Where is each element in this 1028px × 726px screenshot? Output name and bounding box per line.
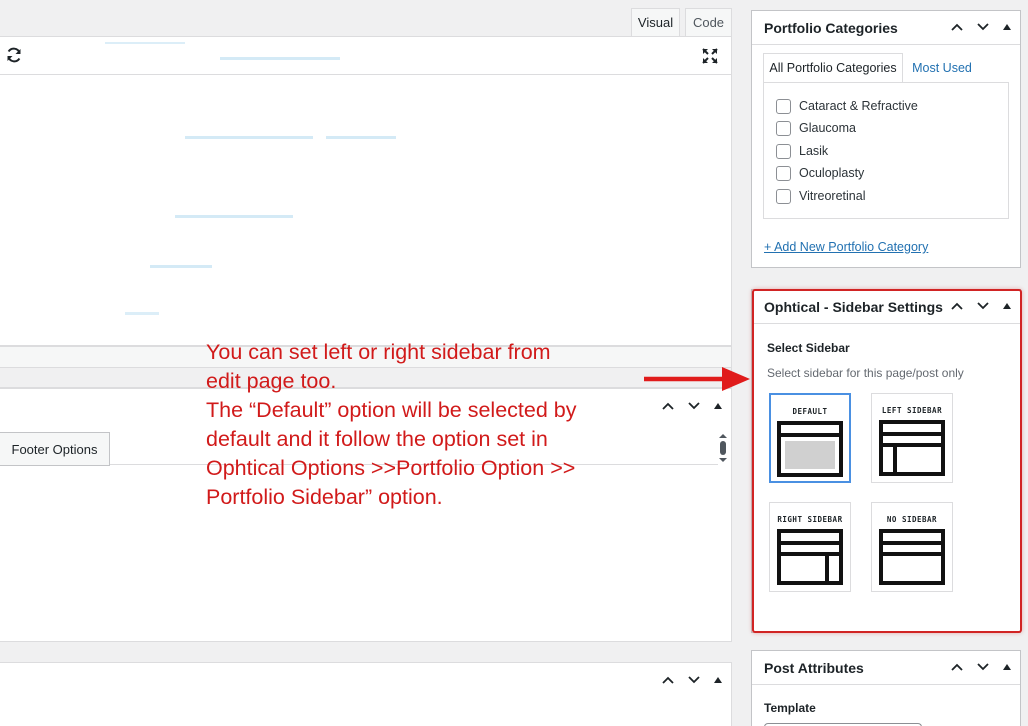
refresh-icon[interactable] — [5, 46, 23, 64]
triangle-up-icon[interactable] — [1002, 662, 1012, 672]
checkbox[interactable] — [776, 120, 791, 136]
tab-code[interactable]: Code — [685, 8, 732, 36]
sidebar-option-none[interactable]: NO SIDEBAR — [871, 502, 953, 592]
faint-text — [125, 312, 159, 315]
panel-controls — [950, 20, 1012, 34]
faint-text — [150, 265, 212, 268]
panel-header: Portfolio Categories — [752, 11, 1020, 45]
add-category-link[interactable]: + Add New Portfolio Category — [764, 240, 928, 254]
chevron-down-icon[interactable] — [687, 673, 701, 687]
fullscreen-icon[interactable] — [701, 47, 719, 65]
arrow-right-icon — [644, 367, 750, 391]
checkbox[interactable] — [776, 188, 791, 204]
option-caption: NO SIDEBAR — [886, 515, 938, 524]
panel-header: Post Attributes — [752, 651, 1020, 685]
default-layout-icon — [777, 421, 843, 477]
checkbox[interactable] — [776, 143, 791, 159]
category-list: Cataract & Refractive Glaucoma Lasik Ocu… — [763, 82, 1009, 219]
chevron-up-icon[interactable] — [661, 673, 675, 687]
portfolio-categories-panel: Portfolio Categories All Portfolio Categ… — [751, 10, 1021, 268]
annotation-line: edit page too. — [206, 369, 337, 393]
faint-text — [326, 136, 396, 139]
editor-content-area[interactable] — [0, 36, 732, 346]
sidebar-option-default[interactable]: DEFAULT — [769, 393, 851, 483]
annotation-line: Ophtical Options >>Portfolio Option >> — [206, 456, 576, 480]
list-item[interactable]: Cataract & Refractive — [776, 97, 918, 115]
annotation-line: default and it follow the option set in — [206, 427, 548, 451]
panel-title: Post Attributes — [764, 659, 864, 676]
faint-text — [220, 57, 340, 60]
annotation-line: Portfolio Sidebar” option. — [206, 485, 443, 509]
annotation-line: You can set left or right sidebar from — [206, 340, 551, 364]
tab-footer-options[interactable]: Footer Options — [0, 432, 110, 466]
faint-text — [105, 42, 185, 44]
left-sidebar-layout-icon — [879, 420, 945, 476]
sidebar-option-left[interactable]: LEFT SIDEBAR — [871, 393, 953, 483]
annotation-line: The “Default” option will be selected by — [206, 398, 577, 422]
list-item[interactable]: Vitreoretinal — [776, 187, 865, 205]
chevron-down-icon[interactable] — [976, 299, 990, 313]
list-item[interactable]: Oculoplasty — [776, 164, 864, 182]
faint-text — [185, 136, 313, 139]
list-item[interactable]: Lasik — [776, 142, 828, 160]
chevron-down-icon[interactable] — [976, 660, 990, 674]
panel-controls — [950, 660, 1012, 674]
option-caption: DEFAULT — [792, 407, 828, 416]
no-sidebar-layout-icon — [879, 529, 945, 585]
tab-most-used[interactable]: Most Used — [905, 53, 979, 83]
tab-visual[interactable]: Visual — [631, 8, 680, 36]
scrollbar[interactable] — [716, 432, 730, 464]
sidebar-settings-panel: Ophtical - Sidebar Settings Select Sideb… — [751, 289, 1021, 633]
chevron-up-icon[interactable] — [950, 299, 964, 313]
checkbox[interactable] — [776, 165, 791, 181]
template-label: Template — [764, 701, 816, 715]
annotation-text: You can set left or right sidebar from e… — [206, 338, 646, 512]
panel-title: Portfolio Categories — [764, 19, 898, 36]
chevron-up-icon[interactable] — [950, 660, 964, 674]
select-sidebar-hint: Select sidebar for this page/post only — [767, 366, 964, 380]
list-item[interactable]: Glaucoma — [776, 119, 856, 137]
chevron-up-icon[interactable] — [661, 399, 675, 413]
select-sidebar-label: Select Sidebar — [767, 341, 850, 355]
bottom-metabox-body — [0, 697, 732, 726]
triangle-up-icon[interactable] — [1002, 22, 1012, 32]
option-caption: RIGHT SIDEBAR — [777, 515, 843, 524]
metabox-controls — [661, 673, 723, 687]
panel-controls — [950, 299, 1012, 313]
triangle-up-icon[interactable] — [1002, 301, 1012, 311]
triangle-up-icon[interactable] — [713, 401, 723, 411]
chevron-up-icon[interactable] — [950, 20, 964, 34]
triangle-up-icon[interactable] — [713, 675, 723, 685]
panel-title: Ophtical - Sidebar Settings — [764, 298, 943, 315]
checkbox[interactable] — [776, 98, 791, 114]
editor-tabs: Visual Code — [0, 0, 732, 36]
chevron-down-icon[interactable] — [976, 20, 990, 34]
sidebar-option-right[interactable]: RIGHT SIDEBAR — [769, 502, 851, 592]
bottom-metabox-header — [0, 662, 732, 698]
option-caption: LEFT SIDEBAR — [881, 406, 943, 415]
post-attributes-panel: Post Attributes Template — [751, 650, 1021, 726]
right-sidebar-layout-icon — [777, 529, 843, 585]
metabox-controls — [661, 399, 723, 413]
panel-header: Ophtical - Sidebar Settings — [752, 290, 1020, 324]
chevron-down-icon[interactable] — [687, 399, 701, 413]
tab-all-categories[interactable]: All Portfolio Categories — [763, 53, 903, 83]
faint-text — [175, 215, 293, 218]
